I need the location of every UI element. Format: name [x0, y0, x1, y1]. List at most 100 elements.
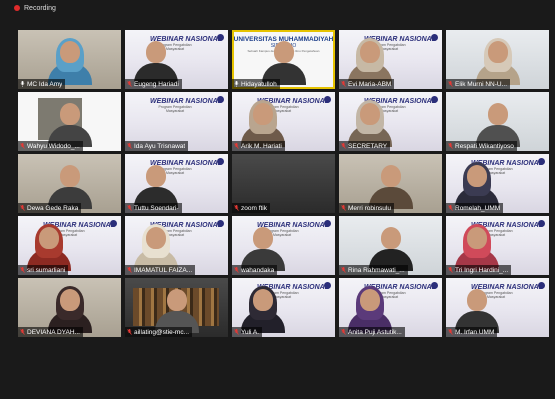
recording-bar: Recording [0, 0, 555, 16]
participant-name-bar: Merri robinsulu [339, 203, 394, 213]
participant-tile[interactable]: Elik Murni NN-U... [446, 30, 549, 89]
mic-muted-icon [127, 143, 132, 149]
participant-tile[interactable]: WEBINAR NASIONAL Program Pengabdian Masya… [232, 92, 335, 151]
participant-name-bar: Respati Wikantiyoso [446, 141, 517, 151]
participant-video [133, 224, 178, 271]
participant-tile[interactable]: Rina Rahmawati_... [339, 216, 442, 275]
participant-name: zoom ftik [241, 204, 268, 212]
participant-name-bar: Romelah_UMM [446, 203, 504, 213]
participant-name-bar: M. Irfan UMM [446, 327, 498, 337]
participant-video [475, 38, 520, 85]
mic-muted-icon [448, 81, 453, 87]
participant-name: Rina Rahmawati_... [348, 266, 405, 274]
mic-muted-icon [341, 81, 346, 87]
participant-tile[interactable]: WEBINAR NASIONAL Program Pengabdian Masya… [18, 216, 121, 275]
mic-muted-icon [127, 267, 132, 273]
participant-tile[interactable]: WEBINAR NASIONAL Program Pengabdian Masya… [446, 216, 549, 275]
recording-label: Recording [24, 4, 56, 12]
participant-video [47, 165, 92, 209]
participant-tile[interactable]: WEBINAR NASIONAL Program Pengabdian Masya… [446, 154, 549, 213]
mic-muted-icon [448, 267, 453, 273]
participant-video [368, 227, 413, 271]
mic-muted-icon [127, 329, 132, 335]
participant-tile[interactable]: Merri robinsulu [339, 154, 442, 213]
mic-muted-icon [341, 143, 346, 149]
participant-video [47, 286, 92, 333]
participant-tile[interactable]: WEBINAR NASIONAL Program Pengabdian Masya… [232, 216, 335, 275]
participant-video [454, 289, 499, 333]
participant-name-bar: Elik Murni NN-U... [446, 79, 511, 89]
participant-name-bar: SECRETARY [339, 141, 391, 151]
participant-video [454, 224, 499, 271]
participant-name: DEVIANA DYAH... [27, 328, 80, 336]
participant-name: Ida Ayu Trisnawat [134, 142, 186, 150]
participant-name-bar: aillating@stie-mc... [125, 327, 193, 337]
participant-video [347, 100, 392, 147]
participant-video [154, 289, 199, 333]
participant-tile[interactable]: WEBINAR NASIONAL Program Pengabdian Masya… [339, 30, 442, 89]
participant-name: Hidayatulloh [241, 80, 277, 88]
participant-name: sri sumarliani [27, 266, 66, 274]
participant-tile[interactable]: WEBINAR NASIONAL Program Pengabdian Masya… [232, 278, 335, 337]
participant-name: MC Ida Amy [27, 80, 63, 88]
mic-muted-icon [127, 81, 132, 87]
participant-tile[interactable]: WEBINAR NASIONAL Program Pengabdian Masya… [339, 92, 442, 151]
participant-name: IMAMATUL FAIZA... [134, 266, 193, 274]
participant-video [368, 165, 413, 209]
participant-name: Tri Ingri Hardini_... [455, 266, 509, 274]
participant-name-bar: Rina Rahmawati_... [339, 265, 408, 275]
participant-name: Tuttu Soendari- [134, 204, 179, 212]
participant-tile[interactable]: aillating@stie-mc... [125, 278, 228, 337]
mic-muted-icon [448, 205, 453, 211]
participant-name-bar: DEVIANA DYAH... [18, 327, 83, 337]
participant-tile[interactable]: WEBINAR NASIONAL Program Pengabdian Masya… [339, 278, 442, 337]
participant-name: Elik Murni NN-U... [455, 80, 508, 88]
mic-muted-icon [234, 267, 239, 273]
participant-tile[interactable]: Respati Wikantiyoso [446, 92, 549, 151]
participant-tile[interactable]: WEBINAR NASIONAL Program Pengabdian Masya… [446, 278, 549, 337]
participant-tile[interactable]: zoom ftik [232, 154, 335, 213]
participant-video [240, 227, 285, 271]
participant-name-bar: Tri Ingri Hardini_... [446, 265, 512, 275]
mic-icon [234, 81, 239, 87]
participant-name: aillating@stie-mc... [134, 328, 190, 336]
participant-tile[interactable]: WEBINAR NASIONAL Program Pengabdian Masya… [125, 216, 228, 275]
participant-name: Romelah_UMM [455, 204, 501, 212]
participant-name-bar: Wahyu Widodo_... [18, 141, 83, 151]
participant-tile[interactable]: WEBINAR NASIONAL Program Pengabdian Masya… [125, 30, 228, 89]
participant-name-bar: Eugeng Hariadi [125, 79, 182, 89]
participant-name: Respati Wikantiyoso [455, 142, 514, 150]
participant-tile[interactable]: WEBINAR NASIONAL Program Pengabdian Masya… [125, 92, 228, 151]
participant-name: M. Irfan UMM [455, 328, 495, 336]
participant-name: SECRETARY [348, 142, 388, 150]
participant-video [133, 41, 178, 85]
webinar-banner: WEBINAR NASIONAL Program Pengabdian Masya… [150, 98, 222, 113]
participant-video [261, 41, 306, 85]
participant-name: Merri robinsulu [348, 204, 391, 212]
participant-tile[interactable]: UNIVERSITAS MUHAMMADIYAHSIDOARJOSebuah K… [232, 30, 335, 89]
participant-video [133, 165, 178, 209]
participant-tile[interactable]: Dewa Gede Raka [18, 154, 121, 213]
participant-tile[interactable]: MC Ida Amy [18, 30, 121, 89]
participant-tile[interactable]: WEBINAR NASIONAL Program Pengabdian Masya… [125, 154, 228, 213]
participant-name-bar: Tuttu Soendari- [125, 203, 182, 213]
participant-name-bar: MC Ida Amy [18, 79, 66, 89]
participant-video [47, 38, 92, 85]
mic-muted-icon [341, 267, 346, 273]
participant-name-bar: Arik M. Hariati [232, 141, 285, 151]
mic-muted-icon [20, 205, 25, 211]
participant-name: wahandaka [241, 266, 275, 274]
participant-video [347, 286, 392, 333]
mic-muted-icon [341, 329, 346, 335]
participant-name-bar: Dewa Gede Raka [18, 203, 82, 213]
participant-video [347, 38, 392, 85]
participant-tile[interactable]: Wahyu Widodo_... [18, 92, 121, 151]
gallery-grid: MC Ida Amy WEBINAR NASIONAL Program Pengab… [18, 30, 549, 399]
participant-name: Evi Maria-ABM [348, 80, 392, 88]
participant-video [240, 286, 285, 333]
participant-video [475, 103, 520, 147]
participant-name-bar: wahandaka [232, 265, 278, 275]
participant-tile[interactable]: DEVIANA DYAH... [18, 278, 121, 337]
participant-video [47, 103, 92, 147]
participant-video [240, 100, 285, 147]
